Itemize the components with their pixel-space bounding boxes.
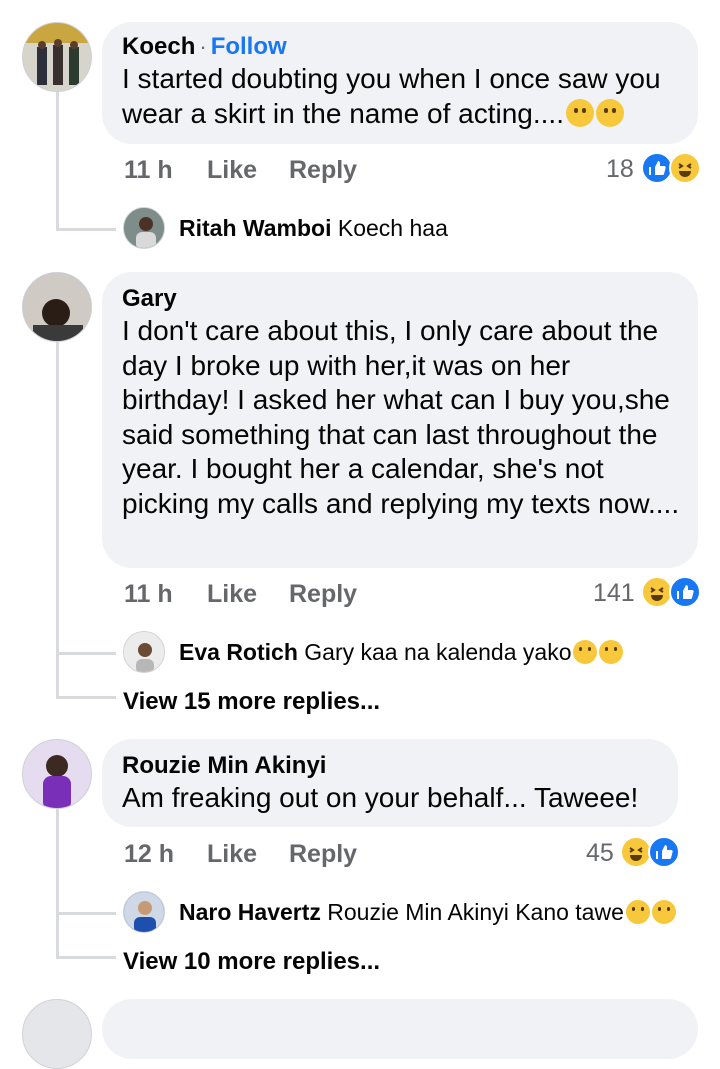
avatar[interactable] (22, 22, 92, 92)
reply-text: Koech haa (337, 215, 448, 241)
like-button[interactable]: Like (207, 840, 257, 869)
like-button[interactable]: Like (207, 580, 257, 609)
like-button[interactable]: Like (207, 156, 257, 185)
avatar-photo (23, 23, 91, 91)
avatar[interactable] (123, 891, 165, 933)
laughing-emoji-icon (651, 900, 676, 924)
reaction-count[interactable]: 45 (586, 839, 614, 868)
laughing-emoji-icon (625, 900, 650, 924)
thread-line (56, 92, 59, 230)
reply-author[interactable]: Ritah Wamboi (179, 215, 331, 241)
avatar[interactable] (22, 739, 92, 809)
comment-bubble: Koech · Follow I started doubting you when… (102, 22, 698, 144)
comment-bubble: Gary I don't care about this, I only car… (102, 272, 698, 568)
thinking-emoji-icon (595, 98, 624, 127)
thread-line (56, 808, 59, 958)
avatar-photo (124, 632, 164, 672)
haha-reaction-icon (669, 152, 701, 184)
view-more-replies-link[interactable]: View 10 more replies... (123, 948, 380, 976)
thread-line (56, 652, 116, 655)
view-more-replies-link[interactable]: View 15 more replies... (123, 688, 380, 716)
reply-row: Eva Rotich Gary kaa na kalenda yako (179, 639, 624, 666)
thread-line (56, 342, 59, 697)
avatar-photo (124, 208, 164, 248)
avatar-photo (23, 273, 91, 341)
comment-bubble (102, 999, 698, 1059)
comment-text: Am freaking out on your behalf... Taweee… (122, 782, 639, 813)
reply-button[interactable]: Reply (289, 580, 357, 609)
avatar[interactable] (123, 631, 165, 673)
avatar[interactable] (123, 207, 165, 249)
comment-author[interactable]: Gary (122, 284, 678, 314)
reply-author[interactable]: Eva Rotich (179, 639, 298, 665)
follow-button[interactable]: Follow (211, 33, 287, 60)
thread-line (56, 956, 116, 959)
reaction-count[interactable]: 141 (593, 579, 635, 608)
like-reaction-icon (648, 836, 680, 868)
reply-text: Rouzie Min Akinyi Kano tawe (327, 899, 624, 925)
reply-row: Ritah Wamboi Koech haa (179, 215, 448, 242)
reaction-count[interactable]: 18 (606, 155, 634, 184)
thread-line (56, 228, 116, 231)
comment-author[interactable]: Koech (122, 33, 195, 60)
thread-line (56, 912, 116, 915)
comment-text: I don't care about this, I only care abo… (122, 315, 680, 519)
rofl-emoji-icon (599, 640, 624, 664)
comment-time[interactable]: 11 h (124, 580, 173, 609)
avatar[interactable] (22, 999, 92, 1069)
comment-time[interactable]: 11 h (124, 156, 173, 185)
thinking-emoji-icon (565, 98, 594, 127)
separator-dot: · (199, 34, 207, 59)
avatar[interactable] (22, 272, 92, 342)
reply-button[interactable]: Reply (289, 156, 357, 185)
comment-text: I started doubting you when I once saw y… (122, 62, 682, 131)
reply-author[interactable]: Naro Havertz (179, 899, 321, 925)
comment-author[interactable]: Rouzie Min Akinyi (122, 751, 658, 781)
reply-row: Naro Havertz Rouzie Min Akinyi Kano tawe (179, 899, 676, 926)
smirk-emoji-icon (573, 640, 598, 664)
avatar-photo (124, 892, 164, 932)
thread-line (56, 696, 116, 699)
comment-bubble: Rouzie Min Akinyi Am freaking out on you… (102, 739, 678, 827)
reply-text: Gary kaa na kalenda yako (304, 639, 572, 665)
avatar-photo (23, 740, 91, 808)
comment-time[interactable]: 12 h (124, 840, 174, 869)
reply-button[interactable]: Reply (289, 840, 357, 869)
like-reaction-icon (669, 576, 701, 608)
